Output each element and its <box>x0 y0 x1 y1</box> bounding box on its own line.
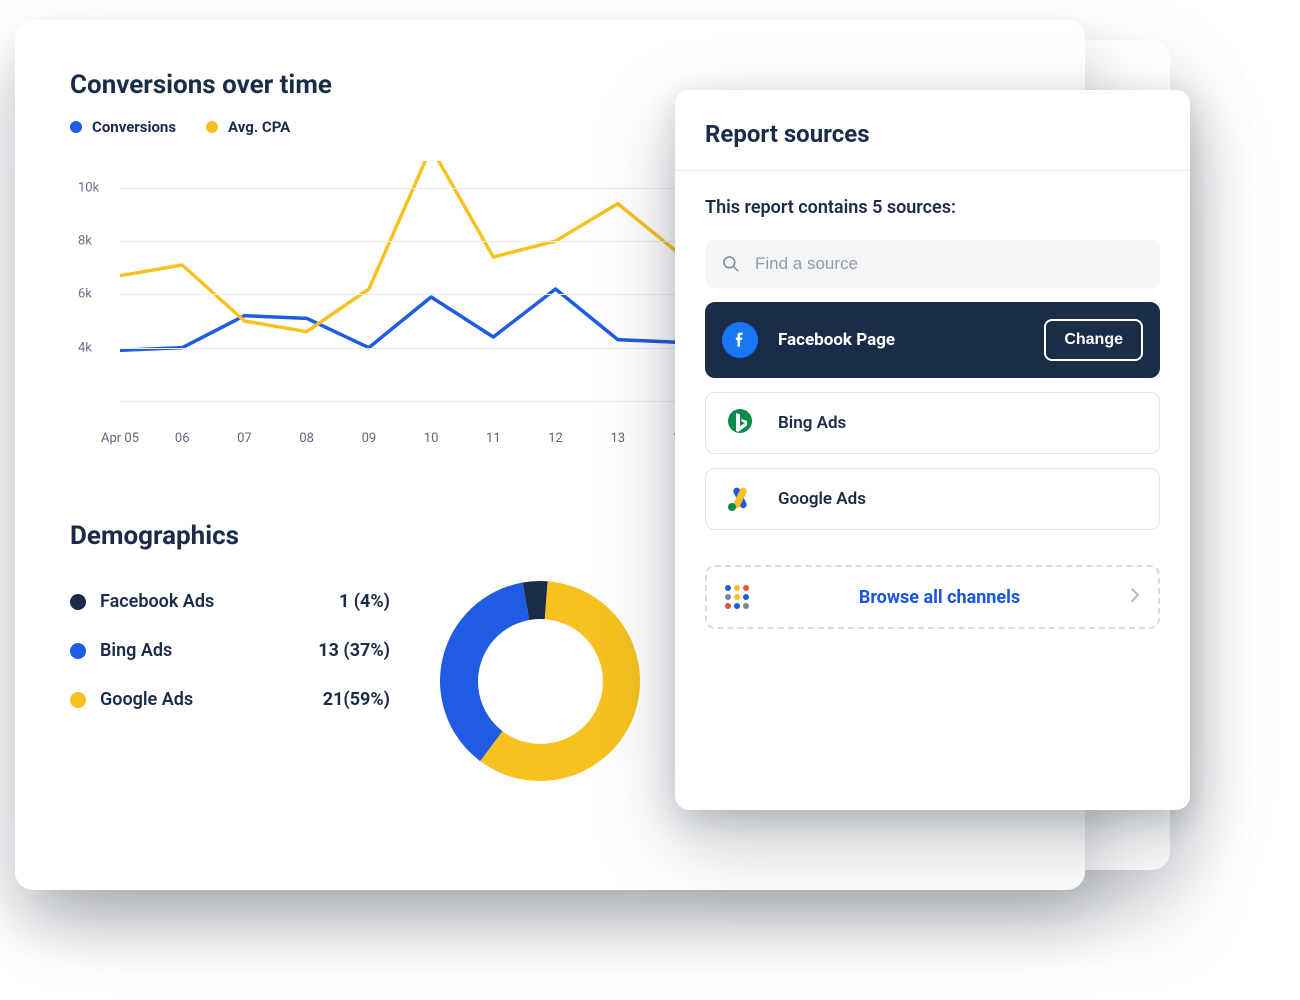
channels-grid-icon <box>725 585 749 609</box>
source-name: Google Ads <box>778 489 1143 509</box>
source-search-input[interactable] <box>755 254 1144 274</box>
source-item-google-ads[interactable]: Google Ads <box>705 468 1160 530</box>
legend-label: Avg. CPA <box>228 118 290 136</box>
legend-label: Conversions <box>92 118 176 136</box>
demographics-row-facebook: Facebook Ads 1 (4%) <box>70 591 390 612</box>
demographics-legend-list: Facebook Ads 1 (4%) Bing Ads 13 (37%) Go… <box>70 591 390 710</box>
source-search-box[interactable] <box>705 240 1160 288</box>
demographics-dot-icon <box>70 643 86 659</box>
browse-label: Browse all channels <box>769 587 1110 608</box>
facebook-icon <box>722 322 758 358</box>
demographics-value: 13 (37%) <box>318 640 390 661</box>
line-chart-svg <box>120 161 680 401</box>
demographics-value: 21(59%) <box>323 689 390 710</box>
demographics-label: Google Ads <box>100 689 309 710</box>
report-sources-panel: Report sources This report contains 5 so… <box>675 90 1190 810</box>
browse-all-channels-button[interactable]: Browse all channels <box>705 565 1160 629</box>
panel-title: Report sources <box>675 120 1190 170</box>
demographics-donut-chart <box>420 561 660 801</box>
legend-item-avg-cpa: Avg. CPA <box>206 118 290 136</box>
demographics-dot-icon <box>70 594 86 610</box>
source-item-facebook-page[interactable]: Facebook Page Change <box>705 302 1160 378</box>
demographics-label: Facebook Ads <box>100 591 325 612</box>
legend-item-conversions: Conversions <box>70 118 176 136</box>
demographics-row-bing: Bing Ads 13 (37%) <box>70 640 390 661</box>
search-icon <box>721 254 741 274</box>
legend-dot-icon <box>206 121 218 133</box>
bing-icon <box>722 405 758 441</box>
demographics-value: 1 (4%) <box>339 591 390 612</box>
source-name: Bing Ads <box>778 413 1143 433</box>
demographics-row-google: Google Ads 21(59%) <box>70 689 390 710</box>
demographics-label: Bing Ads <box>100 640 304 661</box>
source-name: Facebook Page <box>778 330 1024 350</box>
legend-dot-icon <box>70 121 82 133</box>
chevron-right-icon <box>1130 587 1140 608</box>
conversions-line-chart: 4k6k8k10kApr 05060708091011121314 <box>70 161 680 441</box>
google-ads-icon <box>722 481 758 517</box>
donut-hole <box>478 619 603 744</box>
demographics-dot-icon <box>70 692 86 708</box>
change-button[interactable]: Change <box>1044 319 1143 361</box>
panel-subtitle: This report contains 5 sources: <box>675 171 1190 240</box>
source-item-bing-ads[interactable]: Bing Ads <box>705 392 1160 454</box>
